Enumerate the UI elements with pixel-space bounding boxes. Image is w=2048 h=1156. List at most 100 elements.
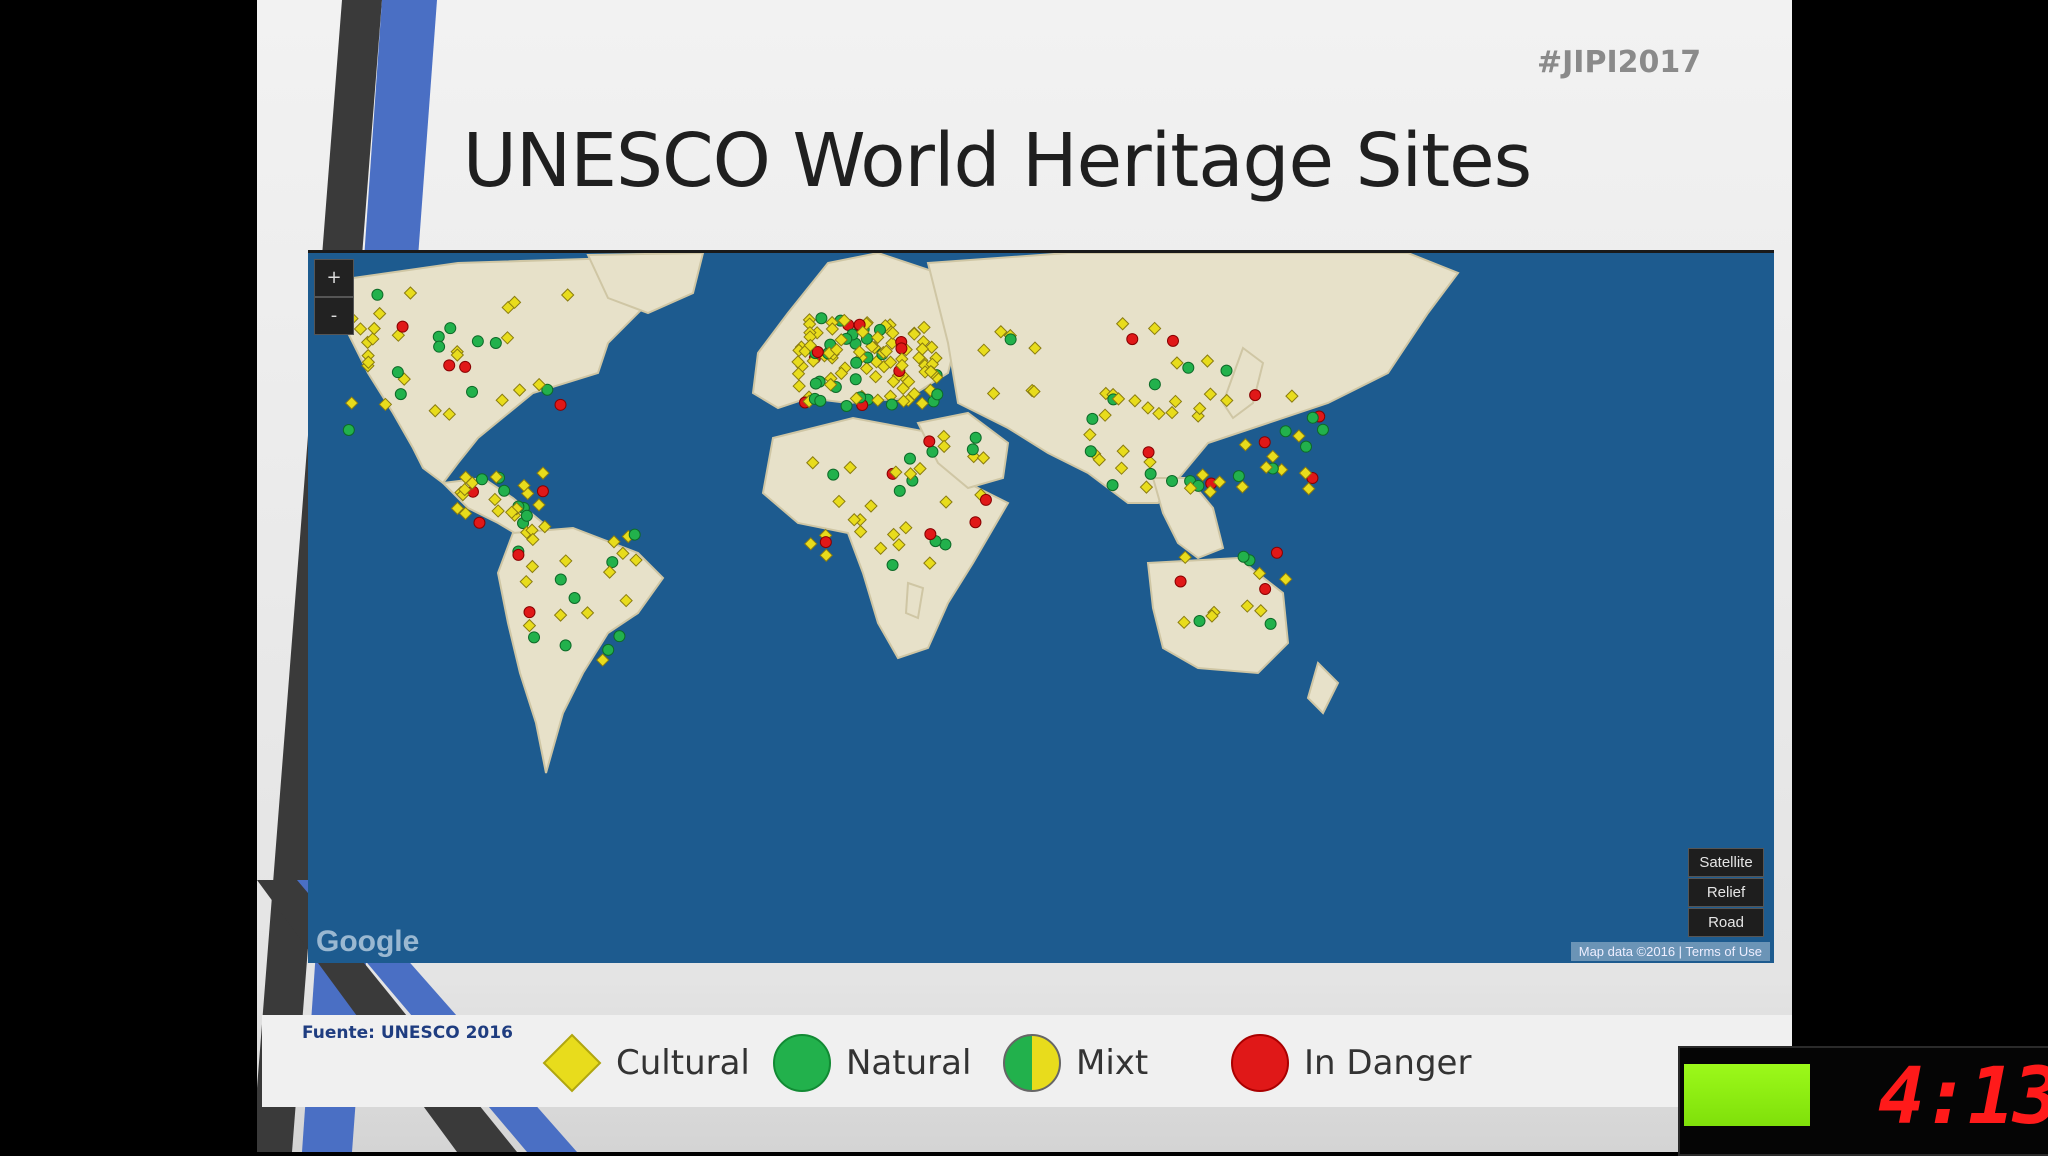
in-danger-site-marker[interactable]	[1174, 575, 1187, 588]
natural-site-marker[interactable]	[1148, 378, 1161, 391]
in-danger-site-marker[interactable]	[1142, 446, 1155, 459]
natural-site-marker[interactable]	[520, 509, 533, 522]
in-danger-site-marker[interactable]	[924, 528, 937, 541]
cultural-site-marker[interactable]	[536, 466, 550, 480]
natural-site-marker[interactable]	[1084, 445, 1097, 458]
map-type-relief-button[interactable]: Relief	[1688, 878, 1764, 907]
natural-site-marker[interactable]	[489, 337, 502, 350]
natural-site-marker[interactable]	[394, 388, 407, 401]
natural-site-marker[interactable]	[1316, 423, 1329, 436]
in-danger-site-marker[interactable]	[459, 360, 472, 373]
natural-site-marker[interactable]	[1106, 479, 1119, 492]
in-danger-site-marker[interactable]	[895, 342, 908, 355]
in-danger-site-marker[interactable]	[1249, 389, 1262, 402]
natural-site-marker[interactable]	[926, 445, 939, 458]
cultural-site-marker[interactable]	[819, 548, 833, 563]
natural-site-marker[interactable]	[840, 399, 853, 412]
in-danger-site-marker[interactable]	[512, 548, 525, 561]
natural-site-marker[interactable]	[1300, 440, 1313, 453]
cultural-site-marker[interactable]	[532, 498, 546, 512]
natural-site-marker[interactable]	[931, 388, 944, 401]
in-danger-site-marker[interactable]	[1259, 583, 1272, 596]
cultural-site-marker[interactable]	[1292, 429, 1306, 443]
natural-site-marker[interactable]	[815, 312, 828, 325]
cultural-site-marker[interactable]	[1195, 468, 1210, 482]
natural-site-marker[interactable]	[1279, 425, 1292, 438]
in-danger-site-marker[interactable]	[923, 435, 936, 448]
in-danger-site-marker[interactable]	[443, 359, 456, 372]
natural-site-marker[interactable]	[371, 288, 384, 301]
natural-site-marker[interactable]	[628, 528, 641, 541]
natural-site-marker[interactable]	[466, 385, 479, 398]
world-map[interactable]: + - Satellite Relief Road Google Map dat…	[308, 250, 1774, 963]
natural-site-marker[interactable]	[433, 340, 446, 353]
natural-site-marker[interactable]	[391, 366, 404, 379]
zoom-in-button[interactable]: +	[314, 259, 354, 297]
in-danger-site-marker[interactable]	[979, 493, 992, 506]
natural-site-marker[interactable]	[554, 573, 567, 586]
cultural-site-marker[interactable]	[595, 653, 610, 667]
legend-item-cultural: Cultural	[542, 1033, 750, 1093]
natural-site-marker[interactable]	[1232, 470, 1245, 483]
natural-site-marker[interactable]	[903, 452, 916, 465]
natural-site-marker[interactable]	[475, 473, 488, 486]
natural-site-marker[interactable]	[1306, 411, 1319, 424]
natural-site-marker[interactable]	[1264, 617, 1277, 630]
natural-site-marker[interactable]	[342, 423, 355, 436]
natural-site-marker[interactable]	[849, 373, 862, 386]
cultural-site-marker[interactable]	[1279, 572, 1293, 586]
in-danger-site-marker[interactable]	[1126, 333, 1139, 346]
map-canvas[interactable]	[308, 253, 1774, 963]
natural-site-marker[interactable]	[850, 356, 863, 369]
map-type-satellite-button[interactable]: Satellite	[1688, 848, 1764, 877]
natural-site-marker[interactable]	[568, 591, 581, 604]
in-danger-site-marker[interactable]	[523, 606, 536, 619]
map-attribution[interactable]: Map data ©2016 | Terms of Use	[1570, 942, 1770, 961]
natural-site-marker[interactable]	[1004, 333, 1017, 346]
in-danger-site-marker[interactable]	[536, 485, 549, 498]
natural-site-marker[interactable]	[969, 431, 982, 444]
cultural-site-marker[interactable]	[344, 396, 359, 410]
natural-site-marker[interactable]	[1193, 615, 1206, 628]
in-danger-site-marker[interactable]	[396, 320, 409, 333]
in-danger-site-marker[interactable]	[473, 516, 486, 529]
in-danger-site-marker[interactable]	[969, 516, 982, 529]
natural-site-marker[interactable]	[444, 322, 457, 335]
natural-site-marker[interactable]	[602, 643, 615, 656]
natural-site-marker[interactable]	[809, 377, 822, 390]
zoom-out-button[interactable]: -	[314, 297, 354, 335]
natural-site-marker[interactable]	[471, 335, 484, 348]
natural-site-marker[interactable]	[432, 330, 445, 343]
in-danger-site-marker[interactable]	[1166, 334, 1179, 347]
natural-site-marker[interactable]	[1220, 364, 1233, 377]
natural-site-marker[interactable]	[1144, 467, 1157, 480]
natural-site-marker[interactable]	[885, 398, 898, 411]
cultural-site-marker[interactable]	[1238, 438, 1253, 452]
natural-site-marker[interactable]	[559, 639, 572, 652]
natural-site-marker[interactable]	[1166, 475, 1179, 488]
map-type-road-button[interactable]: Road	[1688, 908, 1764, 937]
cultural-site-marker[interactable]	[1266, 449, 1280, 464]
natural-site-marker[interactable]	[528, 631, 541, 644]
natural-site-marker[interactable]	[827, 468, 840, 481]
hashtag-text: #JIPI2017	[1537, 45, 1702, 80]
cultural-site-marker[interactable]	[804, 537, 818, 551]
cultural-site-marker[interactable]	[915, 396, 929, 411]
in-danger-site-marker[interactable]	[819, 536, 832, 549]
natural-site-marker[interactable]	[939, 538, 952, 551]
natural-site-marker[interactable]	[613, 630, 626, 643]
in-danger-site-marker[interactable]	[554, 398, 567, 411]
natural-site-marker[interactable]	[886, 559, 899, 572]
cultural-site-marker[interactable]	[1235, 480, 1250, 494]
natural-site-marker[interactable]	[814, 394, 827, 407]
natural-site-marker[interactable]	[1086, 412, 1099, 425]
in-danger-site-marker[interactable]	[1270, 546, 1283, 559]
natural-site-marker[interactable]	[498, 484, 511, 497]
natural-site-marker[interactable]	[893, 484, 906, 497]
natural-site-marker[interactable]	[1182, 361, 1195, 374]
natural-site-marker[interactable]	[966, 443, 979, 456]
natural-site-marker[interactable]	[1237, 550, 1250, 563]
in-danger-site-marker[interactable]	[1258, 436, 1271, 449]
natural-site-marker[interactable]	[606, 556, 619, 569]
cultural-site-marker[interactable]	[1302, 482, 1316, 496]
